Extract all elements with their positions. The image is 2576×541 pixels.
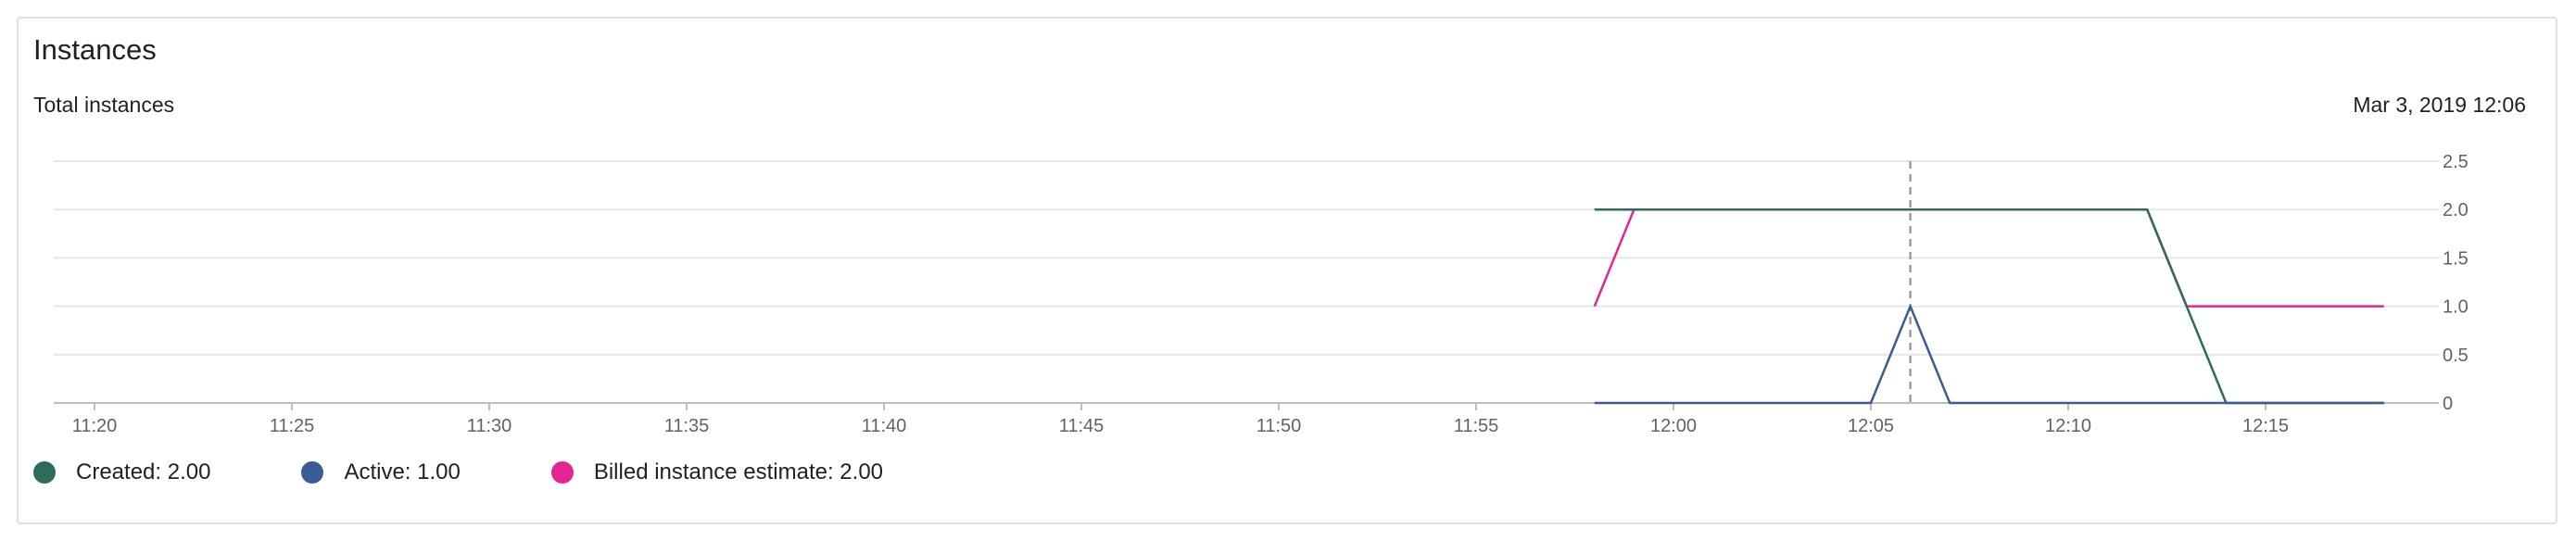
legend-label-created: Created: 2.00 [76,459,211,484]
y-tick-label: 0.5 [2443,346,2469,366]
x-tick-label: 11:50 [1256,416,1302,436]
x-tick-label: 11:30 [467,416,512,436]
x-tick-label: 11:40 [862,416,907,436]
y-tick-label: 0 [2443,394,2453,414]
chart-legend: Created: 2.00 Active: 1.00 Billed instan… [33,459,974,485]
y-tick-label: 2.5 [2443,152,2469,172]
x-tick-label: 11:25 [270,416,315,436]
x-tick-label: 11:55 [1454,416,1499,436]
x-tick-label: 12:15 [2242,416,2289,436]
x-tick-label: 12:05 [1848,416,1894,436]
x-tick-label: 11:45 [1059,416,1105,436]
y-tick-label: 1.0 [2443,297,2469,318]
legend-label-billed: Billed instance estimate: 2.00 [593,459,884,484]
y-tick-label: 1.5 [2443,248,2469,269]
x-tick-label: 11:20 [72,416,118,436]
legend-item-active[interactable]: Active: 1.00 [301,459,461,485]
active-dot-icon [301,461,324,484]
billed-dot-icon [550,461,574,484]
x-tick-label: 12:00 [1650,416,1697,436]
x-tick-label: 11:35 [664,416,710,436]
legend-label-active: Active: 1.00 [344,459,461,484]
legend-item-billed[interactable]: Billed instance estimate: 2.00 [550,459,884,485]
created-dot-icon [33,461,56,484]
y-tick-label: 2.0 [2443,200,2469,220]
legend-item-created[interactable]: Created: 2.00 [33,459,210,485]
x-tick-label: 12:10 [2045,416,2091,436]
